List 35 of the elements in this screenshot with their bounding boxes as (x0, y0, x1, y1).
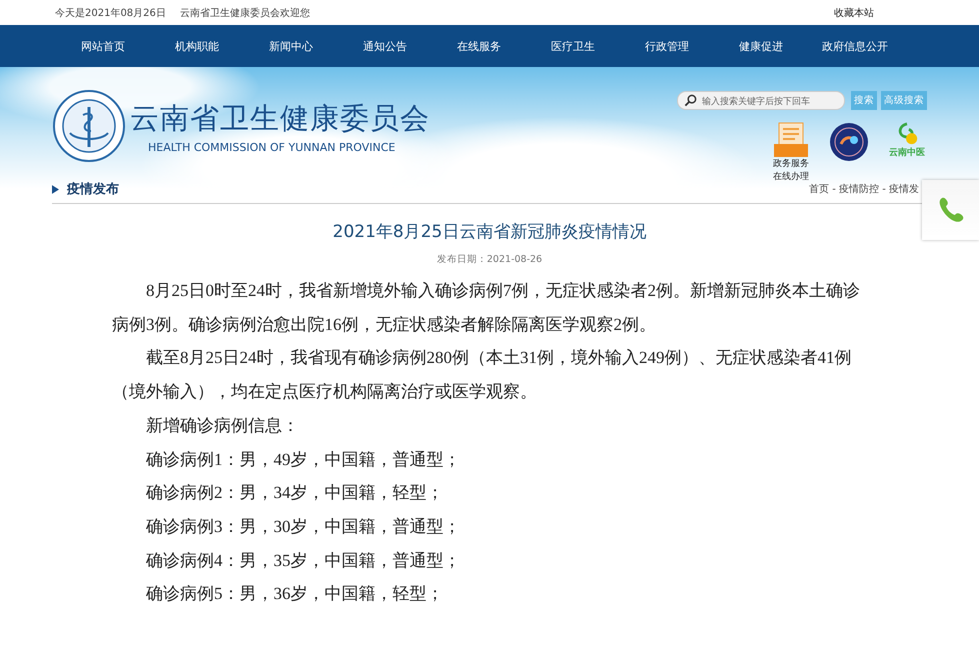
nav-item[interactable]: 通知公告 (338, 38, 432, 54)
welcome-text: 云南省卫生健康委员会欢迎您 (180, 6, 310, 20)
site-title: 云南省卫生健康委员会 (130, 100, 430, 136)
nav-item[interactable]: 政府信息公开 (808, 38, 902, 54)
article-paragraph: 截至8月25日24时，我省现有确诊病例280例（本土31例，境外输入249例）、无症状感染者41例（境外输入），均在定点医疗机构隔离治疗或医学观察。 (112, 347, 852, 404)
document-tray-icon[interactable] (773, 122, 809, 158)
phone-button[interactable] (922, 180, 979, 240)
round-emblem-icon[interactable] (829, 122, 869, 162)
site-subtitle: HEALTH COMMISSION OF YUNNAN PROVINCE (148, 140, 396, 154)
nav-item[interactable]: 健康促进 (714, 38, 808, 54)
nav-item[interactable]: 行政管理 (620, 38, 714, 54)
emblem-logo-icon (52, 89, 126, 163)
search-field[interactable]: 输入搜索关键字后按下回车 (677, 91, 845, 110)
article-paragraph: 确诊病例2：男，34岁，中国籍，轻型； (145, 482, 444, 504)
article-title: 2021年8月25日云南省新冠肺炎疫情情况 (332, 221, 648, 243)
service-label[interactable]: 在线办理 (773, 171, 809, 184)
article-paragraph: 新增确诊病例信息： (145, 414, 300, 437)
nav-item[interactable]: 医疗卫生 (526, 38, 620, 54)
article-paragraph: 确诊病例1：男，49岁，中国籍，普通型； (145, 448, 462, 471)
breadcrumb: 首页 - 疫情防控 - 疫情发 (809, 182, 919, 196)
nav-item[interactable]: 在线服务 (432, 38, 526, 54)
bookmark-link[interactable]: 收藏本站 (834, 6, 874, 20)
nav-item[interactable]: 机构职能 (150, 38, 244, 54)
article-paragraph: 8月25日0时至24时，我省新增境外输入确诊病例7例，无症状感染者2例。新增新冠肺炎本土确诊病例3例。确诊病例治愈出院16例，无症状感染者解除隔离医学观察2例。 (112, 280, 861, 336)
triangle-icon (52, 184, 59, 194)
publish-date: 发布日期：2021-08-26 (436, 253, 544, 266)
nav-item[interactable]: 新闻中心 (244, 38, 338, 54)
logo-text: 云南中医 (889, 146, 925, 159)
service-label[interactable]: 政务服务 (773, 158, 809, 171)
date-text: 今天是2021年08月26日 (55, 6, 166, 20)
article-paragraph: 确诊病例3：男，30岁，中国籍，普通型； (145, 516, 462, 538)
article-paragraph: 确诊病例4：男，35岁，中国籍，普通型； (145, 550, 462, 572)
nav-item[interactable]: 网站首页 (56, 38, 150, 54)
section-title: 疫情发布 (67, 180, 119, 198)
article-paragraph: 确诊病例5：男，36岁，中国籍，轻型； (145, 583, 444, 606)
